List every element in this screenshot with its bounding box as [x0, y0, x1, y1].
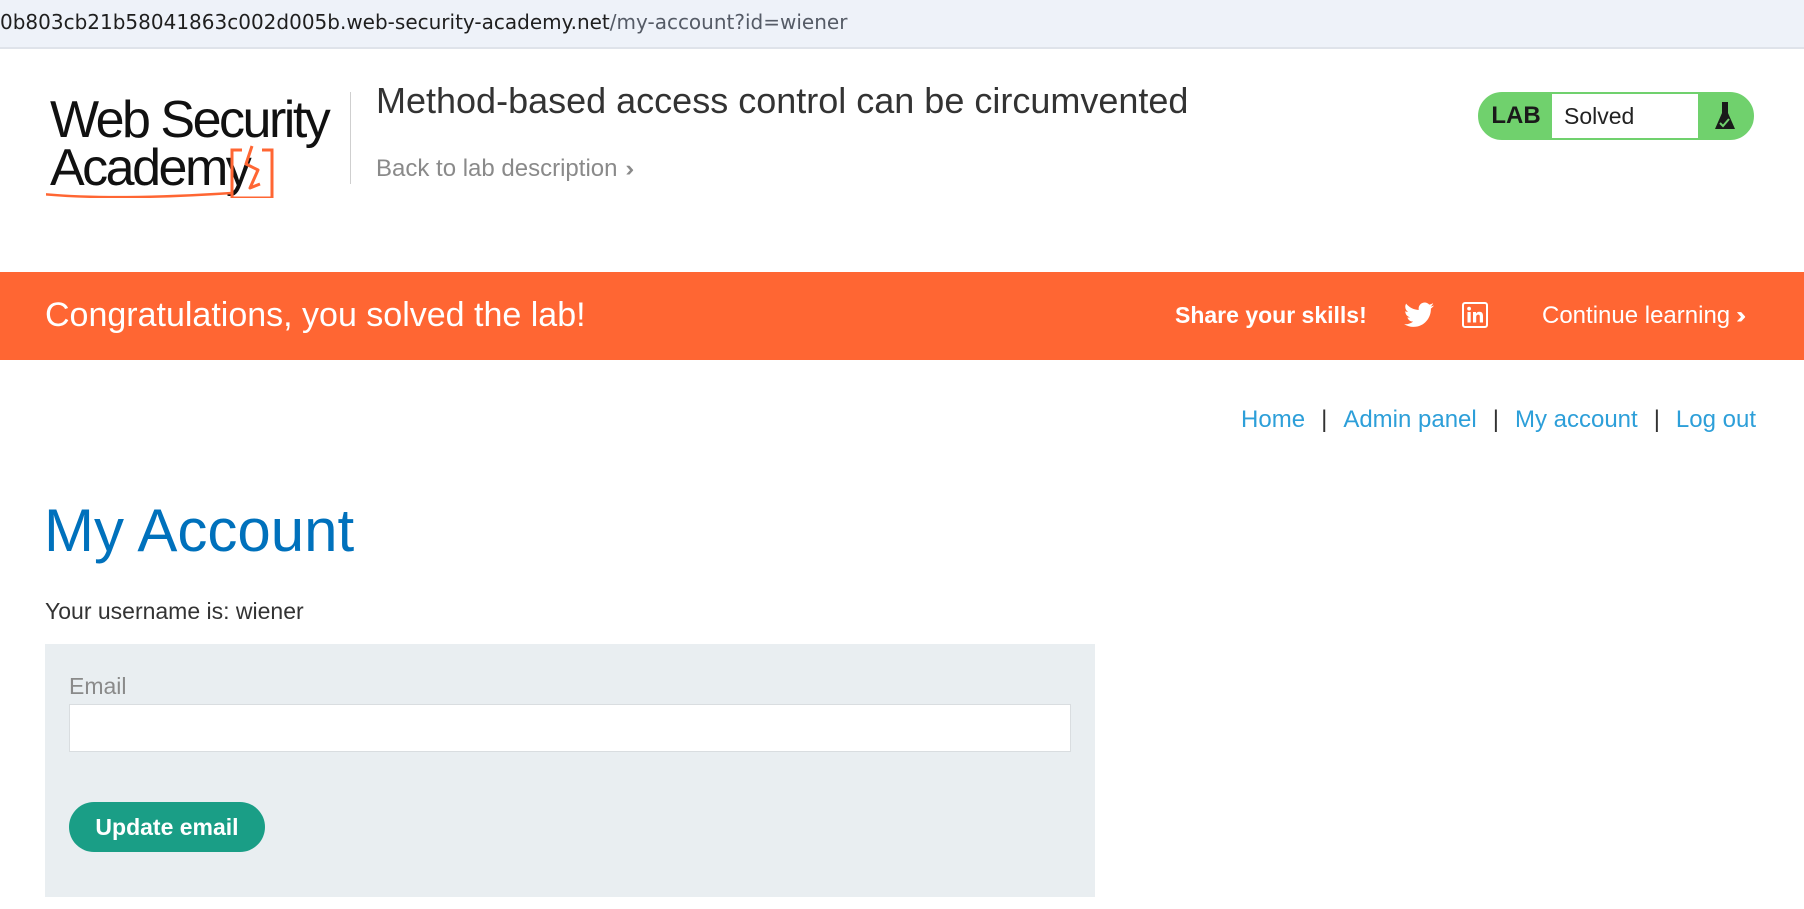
nav-separator: | [1653, 406, 1660, 433]
top-nav: Home | Admin panel | My account | Log out [1241, 406, 1756, 434]
nav-separator: | [1492, 406, 1499, 433]
url-text[interactable]: 0b803cb21b58041863c002d005b.web-security… [0, 10, 847, 34]
nav-separator: | [1321, 406, 1328, 433]
twitter-icon[interactable] [1404, 301, 1434, 329]
nav-log-out[interactable]: Log out [1676, 406, 1756, 433]
flask-icon [1698, 94, 1752, 138]
update-email-button[interactable]: Update email [69, 802, 265, 852]
lab-badge-label: LAB [1491, 102, 1541, 129]
nav-home[interactable]: Home [1241, 406, 1305, 433]
continue-learning-label: Continue learning [1542, 302, 1731, 329]
page-title: My Account [44, 497, 355, 564]
email-label: Email [69, 673, 127, 699]
share-skills-text: Share your skills! [1175, 302, 1367, 328]
linkedin-icon[interactable] [1462, 302, 1488, 328]
continue-learning-link[interactable]: Continue learning ›› [1542, 302, 1746, 330]
nav-admin-panel[interactable]: Admin panel [1343, 406, 1476, 433]
solved-banner: Congratulations, you solved the lab! Sha… [0, 272, 1804, 360]
double-chevron-right-icon: ›› [625, 156, 633, 181]
nav-my-account[interactable]: My account [1515, 406, 1638, 433]
lab-status-text: Solved [1552, 94, 1698, 138]
email-field[interactable] [69, 704, 1071, 752]
logo-divider [350, 92, 351, 184]
username-text: Your username is: wiener [45, 598, 304, 624]
back-to-lab-description-link[interactable]: Back to lab description ›› [376, 155, 633, 183]
update-email-form: Email Update email [45, 644, 1095, 897]
congratulations-message: Congratulations, you solved the lab! [45, 296, 586, 334]
web-security-academy-logo[interactable]: Web Security Academy [46, 88, 346, 198]
lab-title: Method-based access control can be circu… [376, 80, 1189, 121]
lab-status-badge: LAB Solved [1478, 92, 1754, 140]
url-path: /my-account?id=wiener [609, 10, 848, 34]
url-host: 0b803cb21b58041863c002d005b.web-security… [0, 10, 610, 34]
logo-mark-icon [46, 145, 274, 198]
double-chevron-right-icon: ›› [1736, 302, 1746, 329]
browser-url-bar[interactable]: 0b803cb21b58041863c002d005b.web-security… [0, 0, 1804, 49]
back-link-label: Back to lab description [376, 155, 618, 182]
